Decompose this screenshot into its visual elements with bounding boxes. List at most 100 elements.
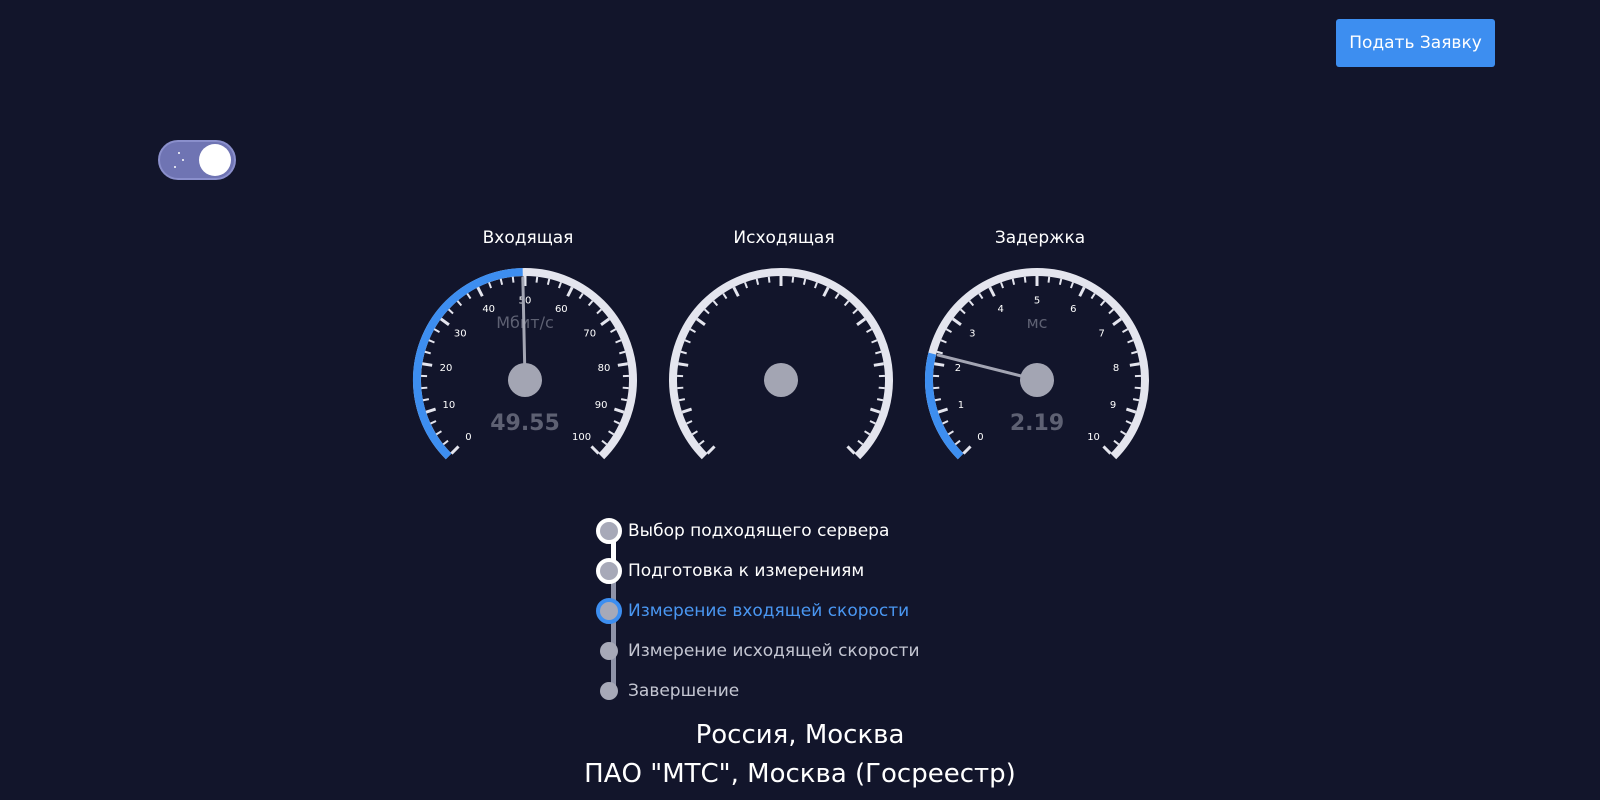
gauge-tick bbox=[947, 430, 954, 436]
gauge-tick-label: 10 bbox=[1087, 432, 1100, 443]
gauge-tick bbox=[1132, 398, 1140, 402]
upload-gauge-dial bbox=[669, 268, 893, 460]
gauge-tick bbox=[876, 398, 884, 402]
theme-toggle[interactable] bbox=[158, 140, 236, 180]
submit-request-button[interactable]: Подать Заявку bbox=[1336, 19, 1495, 67]
gauge-tick-label: 100 bbox=[572, 432, 591, 443]
gauge-tick bbox=[619, 350, 626, 355]
server-location: Россия, Москва bbox=[695, 720, 905, 750]
gauge-tick-label: 6 bbox=[1070, 304, 1076, 315]
gauge-tick bbox=[680, 350, 687, 355]
gauge-tick bbox=[1058, 278, 1063, 285]
gauge-tick bbox=[689, 328, 696, 333]
gauge-tick bbox=[617, 362, 628, 367]
gauge-tick bbox=[988, 286, 996, 297]
download-gauge-dial: 0102030405060708090100Мбит/с49.55 bbox=[413, 268, 637, 460]
gauge-tick-label: 3 bbox=[969, 328, 975, 339]
gauge-tick bbox=[422, 398, 430, 402]
step-indicator bbox=[596, 558, 622, 584]
gauge-tick bbox=[1023, 276, 1027, 283]
gauge-tick bbox=[613, 407, 625, 414]
gauge-tick bbox=[857, 439, 864, 446]
gauge-tick bbox=[695, 317, 706, 326]
gauge-tick bbox=[869, 420, 876, 425]
gauge-tick bbox=[866, 328, 873, 333]
stars-icon bbox=[178, 152, 180, 154]
gauge-tick bbox=[834, 292, 840, 300]
gauge-tick bbox=[864, 430, 871, 436]
gauge-tick bbox=[422, 362, 433, 367]
step-download-measurement: Измерение входящей скорости bbox=[596, 596, 909, 626]
step-upload-measurement: Измерение исходящей скорости bbox=[596, 636, 920, 666]
gauge-tick bbox=[499, 278, 504, 285]
gauge-tick bbox=[1125, 420, 1132, 425]
step-server-selection: Выбор подходящего сервера bbox=[596, 516, 889, 546]
gauge-tick bbox=[1069, 282, 1074, 289]
step-completion: Завершение bbox=[596, 676, 739, 706]
gauge-tick bbox=[684, 339, 691, 344]
gauge-tick-label: 5 bbox=[1034, 296, 1040, 307]
gauge-value-readout: 49.55 bbox=[490, 411, 560, 436]
gauge-tick bbox=[744, 282, 749, 289]
gauge-tick bbox=[1102, 445, 1112, 455]
step-label: Завершение bbox=[628, 681, 740, 701]
gauge-tick bbox=[1047, 276, 1051, 283]
server-provider: ПАО "МТС", Москва (Госреестр) bbox=[584, 759, 1016, 789]
gauge-tick bbox=[1112, 317, 1123, 326]
gauge-tick bbox=[678, 362, 689, 367]
gauge-tick bbox=[871, 339, 878, 344]
gauge-hub bbox=[764, 363, 798, 397]
gauge-tick bbox=[596, 308, 603, 315]
gauge-tick-label: 2 bbox=[955, 363, 961, 374]
gauge-tick bbox=[1090, 292, 1096, 300]
gauge-tick bbox=[620, 398, 628, 402]
gauge-hub bbox=[508, 363, 542, 397]
gauge-tick bbox=[425, 407, 437, 414]
gauge-tick bbox=[706, 445, 716, 455]
gauge-tick bbox=[691, 430, 698, 436]
latency-gauge-dial: 0 1 2 3 4 5 6 7 8 9 10 мс 2.19 bbox=[925, 268, 1149, 460]
step-label: Измерение исходящей скорости bbox=[628, 641, 920, 661]
gauge-tick bbox=[791, 276, 795, 283]
gauge-tick bbox=[940, 339, 947, 344]
gauge-tick bbox=[934, 362, 945, 367]
gauge-tick-label: 0 bbox=[977, 432, 983, 443]
gauge-tick bbox=[1129, 362, 1140, 367]
gauge-tick-label: 0 bbox=[465, 432, 471, 443]
gauge-tick bbox=[546, 278, 551, 285]
gauge-tick bbox=[698, 439, 705, 446]
gauge-tick bbox=[852, 308, 859, 315]
gauge-tick bbox=[439, 317, 450, 326]
gauge-tick bbox=[802, 278, 807, 285]
gauge-tick bbox=[846, 445, 856, 455]
gauge-tick bbox=[566, 286, 574, 297]
step-label: Измерение входящей скорости bbox=[628, 601, 910, 621]
gauge-tick-label: 70 bbox=[583, 328, 596, 339]
gauge-tick bbox=[428, 339, 435, 344]
gauge-tick bbox=[511, 276, 515, 283]
gauge-tick bbox=[610, 328, 617, 333]
step-indicator bbox=[596, 518, 622, 544]
gauge-tick bbox=[813, 282, 818, 289]
star-icon bbox=[174, 166, 176, 168]
gauge-tick bbox=[945, 328, 952, 333]
step-preparation: Подготовка к измерениям bbox=[596, 556, 864, 586]
gauge-tick bbox=[869, 407, 881, 414]
gauge-tick bbox=[587, 300, 594, 307]
gauge-tick bbox=[873, 362, 884, 367]
gauge-tick bbox=[978, 292, 984, 300]
gauge-tick-label: 80 bbox=[598, 363, 611, 374]
step-label: Выбор подходящего сервера bbox=[628, 521, 890, 541]
gauge-tick bbox=[954, 439, 961, 446]
gauge-tick bbox=[601, 439, 608, 446]
gauge-tick-label: 7 bbox=[1099, 328, 1105, 339]
gauge-tick bbox=[722, 292, 728, 300]
gauge-tick bbox=[447, 308, 454, 315]
gauge-tick bbox=[1131, 350, 1138, 355]
gauge-tick bbox=[435, 430, 442, 436]
gauge-tick bbox=[843, 300, 850, 307]
gauge-tick bbox=[535, 276, 539, 283]
gauge-tick bbox=[1078, 286, 1086, 297]
gauge-tick-label: 8 bbox=[1113, 363, 1119, 374]
gauge-unit-label: мс bbox=[1027, 313, 1048, 332]
